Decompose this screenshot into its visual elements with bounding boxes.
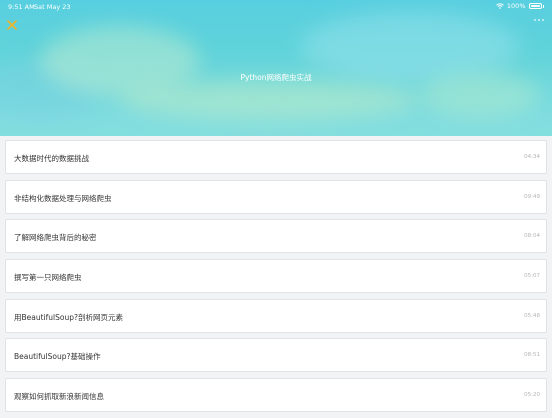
battery-icon — [528, 3, 542, 9]
lesson-title: BeautifulSoup?基础操作 — [14, 352, 101, 362]
lesson-duration: 09:49 — [524, 193, 540, 200]
lesson-item[interactable]: 非结构化数据处理与网络爬虫 09:49 — [5, 179, 547, 214]
lesson-item[interactable]: BeautifulSoup?基础操作 08:51 — [5, 338, 547, 373]
close-icon — [7, 20, 17, 30]
lesson-title: 撰写第一只网络爬虫 — [14, 273, 82, 283]
lesson-duration: 05:48 — [524, 312, 540, 319]
lesson-item[interactable]: 撰写第一只网络爬虫 05:07 — [5, 259, 547, 294]
status-bar: 9:51 AM Sat May 23 100% — [0, 0, 552, 14]
lesson-item[interactable]: 了解网络爬虫背后的秘密 08:04 — [5, 219, 547, 254]
status-date: Sat May 23 — [34, 3, 71, 11]
wifi-icon — [496, 3, 504, 9]
lesson-item[interactable]: 观察如何抓取新浪新闻信息 05:20 — [5, 378, 547, 413]
battery-percent: 100% — [506, 2, 526, 10]
lesson-duration: 05:20 — [524, 392, 540, 399]
lesson-item[interactable]: 大数据时代的数据挑战 04:34 — [5, 140, 547, 174]
lesson-title: 非结构化数据处理与网络爬虫 — [14, 193, 112, 203]
lesson-duration: 08:51 — [524, 352, 540, 359]
status-indicators: 100% — [496, 2, 544, 10]
more-button[interactable] — [530, 16, 546, 26]
course-title: Python网络爬虫实战 — [240, 73, 312, 82]
lesson-duration: 04:34 — [524, 154, 540, 160]
lesson-item[interactable]: 用BeautifulSoup?剖析网页元素 05:48 — [5, 298, 547, 333]
lesson-title: 了解网络爬虫背后的秘密 — [14, 233, 97, 243]
lesson-duration: 05:07 — [524, 273, 540, 280]
more-icon — [533, 18, 545, 22]
banner-blur-shape — [120, 80, 420, 120]
status-time: 9:51 AM — [8, 3, 35, 11]
lesson-title: 大数据时代的数据挑战 — [14, 154, 89, 163]
battery-tip — [542, 4, 544, 8]
lesson-title: 观察如何抓取新浪新闻信息 — [14, 392, 104, 402]
lesson-duration: 08:04 — [524, 233, 540, 240]
lesson-list: 大数据时代的数据挑战 04:34 非结构化数据处理与网络爬虫 09:49 了解网… — [5, 140, 547, 418]
lesson-title: 用BeautifulSoup?剖析网页元素 — [14, 312, 123, 322]
course-header-banner: 9:51 AM Sat May 23 100% Python网络爬虫实战 — [0, 0, 552, 136]
close-button[interactable] — [6, 16, 18, 30]
